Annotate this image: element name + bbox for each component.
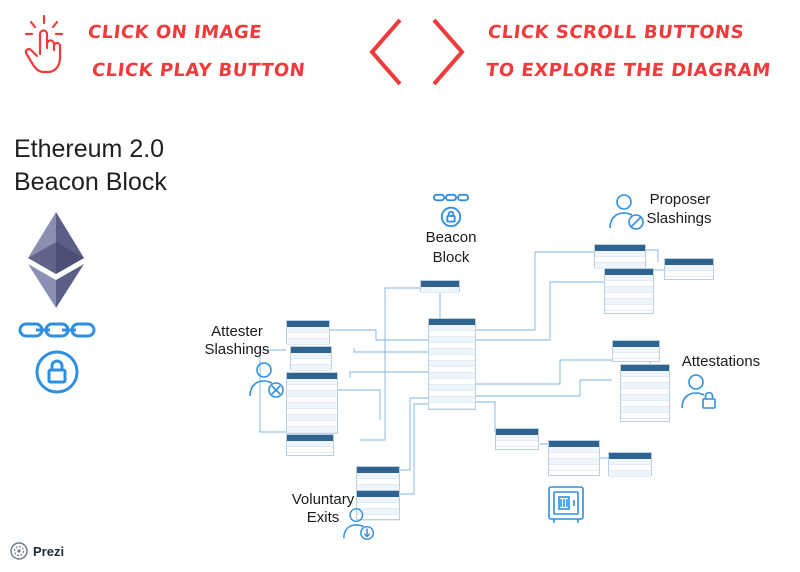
label-voluntary-line2: Exits <box>306 509 340 526</box>
table-indexed-attestation <box>290 346 332 371</box>
label-beacon-block-line2: Block <box>432 249 470 266</box>
table-beacon-block-header <box>420 280 460 293</box>
table-aggregation-bits <box>620 364 670 422</box>
label-proposer-line2: Slashings <box>646 210 712 227</box>
table-proofs <box>608 452 652 477</box>
table-deposit <box>495 428 539 450</box>
table-voluntary-exit <box>356 466 400 491</box>
diagram-connectors <box>259 249 664 495</box>
label-beacon-block-line1: Beacon <box>425 229 477 246</box>
table-attesting-indices <box>286 434 334 456</box>
table-attestation <box>612 340 660 362</box>
prezi-label: Prezi <box>33 543 65 559</box>
label-attester-line1: Attester <box>211 323 263 340</box>
table-deposit-data <box>548 440 600 476</box>
prezi-logo-icon <box>10 542 28 560</box>
person-arrow-icon <box>343 508 375 540</box>
label-attester-line2: Slashings <box>204 341 270 358</box>
table-signed-header <box>664 258 714 280</box>
table-beacon-block-body <box>428 318 476 410</box>
table-attestation-data <box>286 372 338 434</box>
person-x-icon <box>249 362 284 398</box>
safe-icon <box>548 486 584 523</box>
table-proposer-slashing <box>594 244 646 269</box>
person-slash-icon <box>609 194 644 230</box>
label-attestations: Attestations <box>681 353 761 370</box>
label-proposer-line1: Proposer <box>649 191 711 208</box>
person-lock-icon <box>681 374 716 409</box>
table-attester-slashing <box>286 320 330 345</box>
table-block-header <box>604 268 654 314</box>
beacon-chain-lock-icon <box>433 193 469 228</box>
prezi-badge[interactable]: Prezi <box>6 537 82 565</box>
